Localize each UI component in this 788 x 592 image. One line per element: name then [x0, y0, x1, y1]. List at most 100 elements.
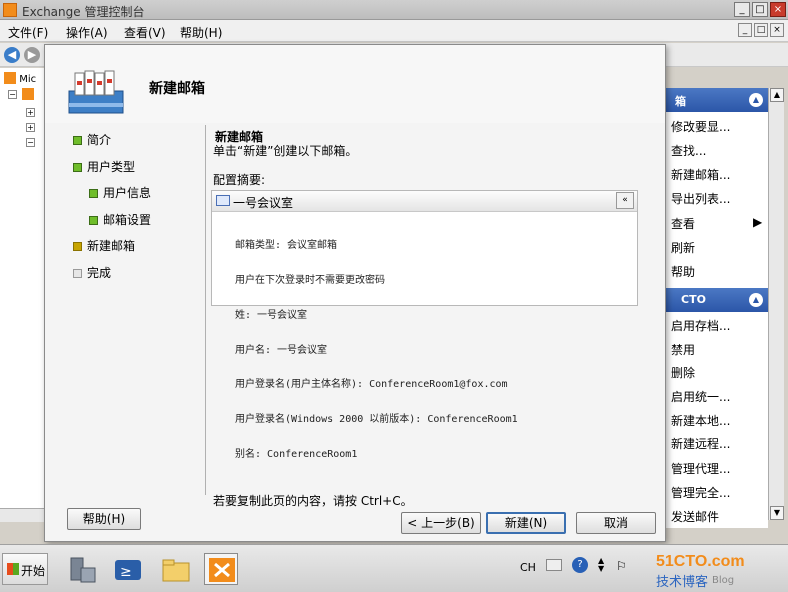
step-user-info[interactable]: 用户信息 — [89, 184, 151, 201]
console-tree: Mic − + + − — [0, 68, 46, 508]
wizard-title: 新建邮箱 — [149, 81, 205, 97]
cancel-button[interactable]: 取消 — [576, 512, 656, 534]
mdi-minimize-button[interactable]: _ — [738, 23, 752, 37]
mdi-close-button[interactable]: × — [770, 23, 784, 37]
scroll-down-icon[interactable]: ▼ — [770, 506, 784, 520]
action-view[interactable]: 查看 ▶ — [671, 215, 762, 232]
watermark: 51CTO.com 技术博客 Blog — [656, 549, 786, 590]
action-new-remote-move[interactable]: 新建远程... — [671, 435, 730, 452]
tree-expander[interactable]: + — [26, 108, 35, 117]
action-help[interactable]: 帮助 — [671, 263, 695, 280]
taskbar: 开始 ≥ CH ? ▲ ▼ ⚐ 51CTO.com 技术博客 Blog — [0, 544, 788, 592]
exchange-app-icon — [3, 3, 17, 17]
new-mailbox-wizard: 新建邮箱 简介 用户类型 用户信息 邮箱设置 新建邮箱 完成 新建邮箱 单击“新… — [44, 44, 666, 542]
action-manage-full-access[interactable]: 管理完全... — [671, 484, 730, 501]
summary-line: 用户在下次登录时不需要更改密码 — [235, 274, 385, 286]
action-manage-send-as[interactable]: 管理代理... — [671, 460, 730, 477]
action-export-list[interactable]: 导出列表... — [671, 190, 730, 207]
step-user-type[interactable]: 用户类型 — [73, 158, 135, 175]
actions-vertical-scrollbar[interactable]: ▲ ▼ — [768, 88, 784, 520]
exchange-console-taskbar-icon[interactable] — [204, 553, 238, 585]
collapse-icon[interactable]: ▲ — [749, 293, 763, 307]
collapse-summary-button[interactable]: « — [616, 192, 634, 209]
step-completion[interactable]: 完成 — [73, 264, 111, 281]
action-send-mail[interactable]: 发送邮件 — [671, 508, 719, 525]
windows-logo-icon — [7, 563, 19, 575]
summary-line: 用户名: 一号会议室 — [235, 344, 328, 356]
tree-expander[interactable]: − — [8, 90, 17, 99]
server-manager-icon[interactable] — [64, 553, 98, 585]
step-complete-icon — [89, 189, 98, 198]
action-enable-archive[interactable]: 启用存档... — [671, 317, 730, 334]
menu-help[interactable]: 帮助(H) — [180, 24, 222, 41]
menu-file[interactable]: 文件(F) — [8, 24, 48, 41]
action-disable[interactable]: 禁用 — [671, 341, 695, 358]
mailbox-icon — [216, 195, 230, 206]
collapse-icon[interactable]: ▲ — [749, 93, 763, 107]
flag-icon[interactable]: ⚐ — [616, 559, 627, 573]
explorer-folder-icon[interactable] — [158, 553, 192, 585]
step-complete-icon — [73, 163, 82, 172]
mdi-restore-button[interactable]: □ — [754, 23, 768, 37]
tree-expander[interactable]: + — [26, 123, 35, 132]
back-arrow-icon[interactable]: ◀ — [4, 47, 20, 63]
scroll-up-icon[interactable]: ▲ — [770, 88, 784, 102]
wizard-header: 新建邮箱 — [45, 45, 665, 123]
actions-header-cto[interactable]: CTO ▲ — [665, 288, 769, 312]
back-button[interactable]: < 上一步(B) — [401, 512, 481, 534]
actions-header-recipients[interactable]: 箱 ▲ — [665, 88, 769, 112]
language-indicator[interactable]: CH — [520, 561, 536, 574]
watermark-tag: 技术博客 — [656, 575, 709, 590]
step-complete-icon — [73, 136, 82, 145]
actions-pane: 箱 ▲ 修改要显... 查找... 新建邮箱... 导出列表... 查看 ▶ 刷… — [664, 88, 769, 528]
action-find[interactable]: 查找... — [671, 142, 706, 159]
window-titlebar: Exchange 管理控制台 _ □ × — [0, 0, 788, 20]
step-complete-icon — [89, 216, 98, 225]
action-new-mailbox[interactable]: 新建邮箱... — [671, 166, 730, 183]
summary-item-header[interactable]: 一号会议室 « — [212, 191, 637, 212]
summary-mailbox-name: 一号会议室 — [233, 196, 294, 210]
menu-action[interactable]: 操作(A) — [66, 24, 108, 41]
copy-hint: 若要复制此页的内容，请按 Ctrl+C。 — [213, 494, 413, 508]
step-new-mailbox[interactable]: 新建邮箱 — [73, 237, 135, 254]
start-button[interactable]: 开始 — [2, 553, 48, 585]
step-current-icon — [73, 242, 82, 251]
tree-expander[interactable]: − — [26, 138, 35, 147]
step-introduction[interactable]: 简介 — [73, 131, 111, 148]
help-icon[interactable]: ? — [572, 557, 588, 573]
tray-scroll-icon[interactable]: ▲ ▼ — [598, 557, 606, 575]
exchange-icon — [4, 72, 16, 84]
menu-bar: 文件(F) 操作(A) 查看(V) 帮助(H) _ □ × — [0, 20, 788, 42]
new-button[interactable]: 新建(N) — [486, 512, 566, 534]
mailbox-wizard-icon — [68, 70, 124, 114]
action-refresh[interactable]: 刷新 — [671, 239, 695, 256]
action-enable-um[interactable]: 启用统一... — [671, 388, 730, 405]
step-mailbox-settings[interactable]: 邮箱设置 — [89, 211, 151, 228]
watermark-site: 51CTO.com — [656, 553, 745, 570]
menu-view[interactable]: 查看(V) — [124, 24, 166, 41]
organization-icon[interactable] — [22, 88, 34, 100]
step-pending-icon — [73, 269, 82, 278]
close-button[interactable]: × — [770, 2, 786, 17]
minimize-button[interactable]: _ — [734, 2, 750, 17]
summary-label: 配置摘要: — [213, 173, 266, 187]
page-description: 单击“新建”创建以下邮箱。 — [213, 144, 358, 158]
help-button[interactable]: 帮助(H) — [67, 508, 141, 530]
tree-root[interactable]: Mic — [4, 72, 36, 85]
summary-line: 姓: 一号会议室 — [235, 309, 308, 321]
powershell-icon[interactable]: ≥ — [110, 553, 144, 585]
summary-line: 别名: ConferenceRoom1 — [235, 448, 358, 460]
maximize-button[interactable]: □ — [752, 2, 768, 17]
submenu-arrow-icon: ▶ — [753, 215, 763, 229]
forward-arrow-icon[interactable]: ▶ — [24, 47, 40, 63]
watermark-blog: Blog — [712, 575, 735, 586]
summary-line: 用户登录名(用户主体名称): ConferenceRoom1@fox.com — [235, 379, 508, 391]
action-remove[interactable]: 删除 — [671, 364, 695, 381]
tree-horizontal-scrollbar[interactable] — [0, 508, 46, 522]
steps-divider — [205, 125, 206, 495]
keyboard-icon[interactable] — [546, 559, 562, 571]
action-modify-max[interactable]: 修改要显... — [671, 118, 730, 135]
action-new-local-move[interactable]: 新建本地... — [671, 412, 730, 429]
svg-text:≥: ≥ — [120, 564, 132, 580]
summary-line: 用户登录名(Windows 2000 以前版本): ConferenceRoom… — [235, 414, 518, 426]
